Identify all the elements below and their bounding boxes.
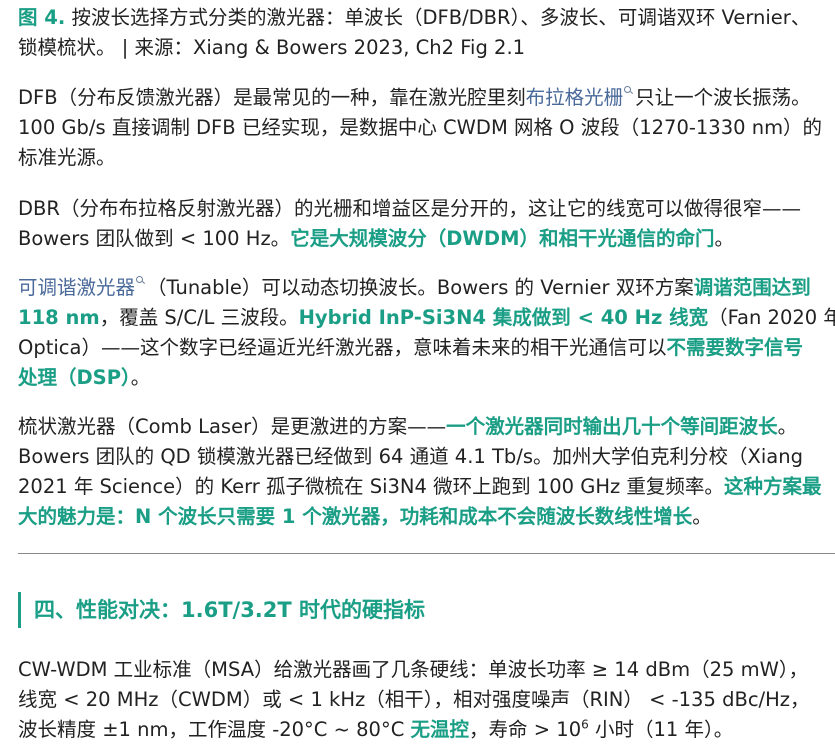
paragraph-line: Bowers 团队做到 < 100 Hz。它是大规模波分（DWDM）和相干光通信…: [18, 224, 835, 254]
text-segment: Bowers 团队的 QD 锁模激光器已经做到 64 通道 4.1 Tb/s。加…: [18, 445, 803, 468]
exponent: 6: [581, 717, 589, 732]
text-segment: ，覆盖 S/C/L 三波段。: [99, 306, 299, 329]
highlight-text: 大的魅力是：N 个波长只需要 1 个激光器，功耗和成本不会随波长数线性增长: [18, 505, 693, 528]
text-segment: （Tunable）可以动态切换波长。Bowers 的 Vernier 双环方案: [147, 276, 694, 299]
section-divider: [18, 553, 835, 554]
highlight-text: 无温控: [410, 718, 470, 741]
text-segment: （Fan 2020 年: [708, 306, 835, 329]
paragraph-line: Optica）——这个数字已经逼近光纤激光器，意味着未来的相干光通信可以不需要数…: [18, 333, 835, 363]
figure-label: 图 4.: [18, 6, 66, 29]
highlight-text: 不需要数字信号: [666, 336, 803, 359]
paragraph-line: 2021 年 Science）的 Kerr 孤子微梳在 Si3N4 微环上跑到 …: [18, 472, 835, 502]
article-page: 图 4. 按波长选择方式分类的激光器：单波长（DFB/DBR）、多波长、可调谐双…: [0, 0, 835, 752]
paragraph-line: 118 nm，覆盖 S/C/L 三波段。Hybrid InP-Si3N4 集成做…: [18, 303, 835, 333]
paragraph-line: CW-WDM 工业标准（MSA）给激光器画了几条硬线：单波长功率 ≥ 14 dB…: [18, 655, 835, 685]
paragraph-line: 可调谐激光器 （Tunable）可以动态切换波长。Bowers 的 Vernier…: [18, 273, 835, 303]
paragraph-dbr: DBR（分布布拉格反射激光器）的光栅和增益区是分开的，这让它的线宽可以做得很窄—…: [18, 194, 835, 254]
highlight-text: Hybrid InP-Si3N4 集成做到 < 40 Hz 线宽: [298, 306, 709, 329]
paragraph-line: 波长精度 ±1 nm，工作温度 -20°C ~ 80°C 无温控，寿命 > 10…: [18, 715, 835, 745]
text-segment: 标准光源。: [18, 146, 116, 169]
tunable-laser-link[interactable]: 可调谐激光器: [18, 276, 135, 299]
text-segment: CW-WDM 工业标准（MSA）给激光器画了几条硬线：单波长功率 ≥ 14 dB…: [18, 658, 809, 681]
highlight-text: 调谐范围达到: [693, 276, 811, 299]
paragraph-line: 大的魅力是：N 个波长只需要 1 个激光器，功耗和成本不会随波长数线性增长。: [18, 502, 835, 532]
text-segment: 线宽 < 20 MHz（CWDM）或 < 1 kHz（相干），相对强度噪声（RI…: [18, 688, 810, 711]
paragraph-line: 梳状激光器（Comb Laser）是更激进的方案——一个激光器同时输出几十个等间…: [18, 412, 835, 442]
highlight-text: 它是大规模波分（DWDM）和相干光通信的命门: [290, 227, 715, 250]
section-title: 四、性能对决：1.6T/3.2T 时代的硬指标: [34, 598, 426, 622]
text-segment: 。: [692, 505, 712, 528]
text-segment: DBR（分布布拉格反射激光器）的光栅和增益区是分开的，这让它的线宽可以做得很窄—…: [18, 197, 801, 220]
paragraph-standards: CW-WDM 工业标准（MSA）给激光器画了几条硬线：单波长功率 ≥ 14 dB…: [18, 655, 835, 745]
text-segment: 。: [777, 415, 798, 438]
paragraph-dfb: DFB（分布反馈激光器）是最常见的一种，靠在激光腔里刻布拉格光栅 只让一个波长振荡…: [18, 83, 835, 173]
paragraph-line: 线宽 < 20 MHz（CWDM）或 < 1 kHz（相干），相对强度噪声（RI…: [18, 685, 835, 715]
paragraph-line: Bowers 团队的 QD 锁模激光器已经做到 64 通道 4.1 Tb/s。加…: [18, 442, 835, 472]
text-segment: Bowers 团队做到 < 100 Hz。: [18, 227, 291, 250]
text-segment: 只让一个波长振荡。: [635, 86, 811, 109]
paragraph-comb: 梳状激光器（Comb Laser）是更激进的方案——一个激光器同时输出几十个等间…: [18, 412, 835, 532]
highlight-text: 处理（DSP）: [18, 366, 131, 389]
text-segment: DFB（分布反馈激光器）是最常见的一种，靠在激光腔里刻: [18, 86, 526, 109]
caption-source: 锁模梳状。 | 来源：Xiang & Bowers 2023, Ch2 Fig …: [18, 36, 526, 59]
text-segment: 小时（11 年）。: [588, 718, 734, 741]
paragraph-tunable: 可调谐激光器 （Tunable）可以动态切换波长。Bowers 的 Vernier…: [18, 273, 835, 393]
text-segment: ，寿命 > 10: [469, 718, 582, 741]
highlight-text: 118 nm: [18, 306, 100, 329]
bragg-grating-link[interactable]: 布拉格光栅: [526, 86, 624, 109]
text-segment: 2021 年 Science）的 Kerr 孤子微梳在 Si3N4 微环上跑到 …: [18, 475, 724, 498]
paragraph-line: DBR（分布布拉格反射激光器）的光栅和增益区是分开的，这让它的线宽可以做得很窄—…: [18, 194, 835, 224]
caption-line-2: 锁模梳状。 | 来源：Xiang & Bowers 2023, Ch2 Fig …: [18, 33, 835, 63]
text-segment: Optica）——这个数字已经逼近光纤激光器，意味着未来的相干光通信可以: [18, 336, 667, 359]
text-segment: 梳状激光器（Comb Laser）是更激进的方案——: [18, 415, 447, 438]
search-icon[interactable]: [136, 273, 145, 285]
figure-caption: 图 4. 按波长选择方式分类的激光器：单波长（DFB/DBR）、多波长、可调谐双…: [18, 3, 835, 63]
caption-line-1: 图 4. 按波长选择方式分类的激光器：单波长（DFB/DBR）、多波长、可调谐双…: [18, 3, 835, 33]
paragraph-line: 处理（DSP）。: [18, 363, 835, 393]
text-segment: 波长精度 ±1 nm，工作温度 -20°C ~ 80°C: [18, 718, 411, 741]
search-icon[interactable]: [624, 83, 633, 95]
paragraph-line: 标准光源。: [18, 143, 835, 173]
paragraph-line: 100 Gb/s 直接调制 DFB 已经实现，是数据中心 CWDM 网格 O 波…: [18, 113, 835, 143]
text-segment: 。: [130, 366, 151, 389]
text-segment: 。: [714, 227, 734, 250]
text-segment: 100 Gb/s 直接调制 DFB 已经实现，是数据中心 CWDM 网格 O 波…: [18, 116, 823, 139]
paragraph-line: DFB（分布反馈激光器）是最常见的一种，靠在激光腔里刻布拉格光栅 只让一个波长振荡…: [18, 83, 835, 113]
highlight-text: 这种方案最: [723, 475, 822, 498]
caption-text: 按波长选择方式分类的激光器：单波长（DFB/DBR）、多波长、可调谐双环 Ver…: [65, 6, 811, 29]
section-heading: 四、性能对决：1.6T/3.2T 时代的硬指标: [18, 592, 425, 628]
highlight-text: 一个激光器同时输出几十个等间距波长: [446, 415, 778, 438]
